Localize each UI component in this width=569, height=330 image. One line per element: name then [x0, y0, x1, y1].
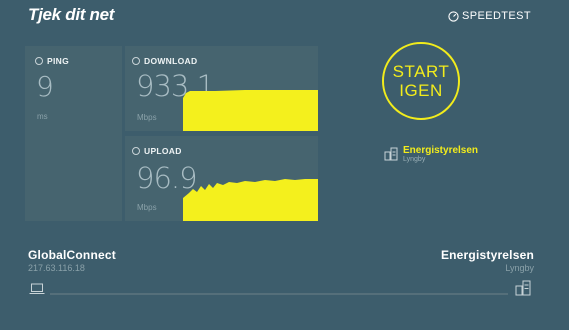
ping-icon — [35, 57, 43, 65]
start-again-button[interactable]: START IGEN — [382, 42, 460, 120]
client-isp: GlobalConnect — [28, 248, 116, 262]
selected-server[interactable]: Energistyrelsen Lyngby — [384, 145, 478, 163]
gauge-icon — [448, 10, 459, 22]
again-label: IGEN — [399, 81, 443, 100]
app-logo: Tjek dit net — [28, 5, 115, 24]
laptop-icon — [29, 283, 45, 294]
start-label: START — [392, 62, 450, 81]
download-panel: DOWNLOAD 933.1 Mbps — [125, 46, 318, 131]
connection-track — [50, 293, 508, 295]
server-name: Energistyrelsen — [440, 248, 534, 262]
ping-value: 9 — [36, 70, 54, 103]
download-graph — [183, 90, 318, 131]
ping-label: PING — [47, 56, 69, 66]
ping-title: PING — [35, 56, 69, 66]
server-icon — [384, 147, 398, 161]
server-rack-icon — [515, 280, 531, 296]
ping-panel: PING 9 ms — [25, 46, 122, 221]
speedtest-link[interactable]: SPEEDTEST — [448, 10, 531, 22]
server-city: Lyngby — [505, 263, 534, 273]
ping-unit: ms — [37, 112, 48, 121]
selected-server-city: Lyngby — [403, 156, 426, 163]
client-ip: 217.63.116.18 — [28, 263, 85, 273]
upload-panel: UPLOAD 96.9 Mbps — [125, 136, 318, 221]
speedtest-label: SPEEDTEST — [462, 10, 532, 22]
selected-server-name: Energistyrelsen — [403, 145, 479, 156]
upload-graph — [183, 179, 318, 221]
